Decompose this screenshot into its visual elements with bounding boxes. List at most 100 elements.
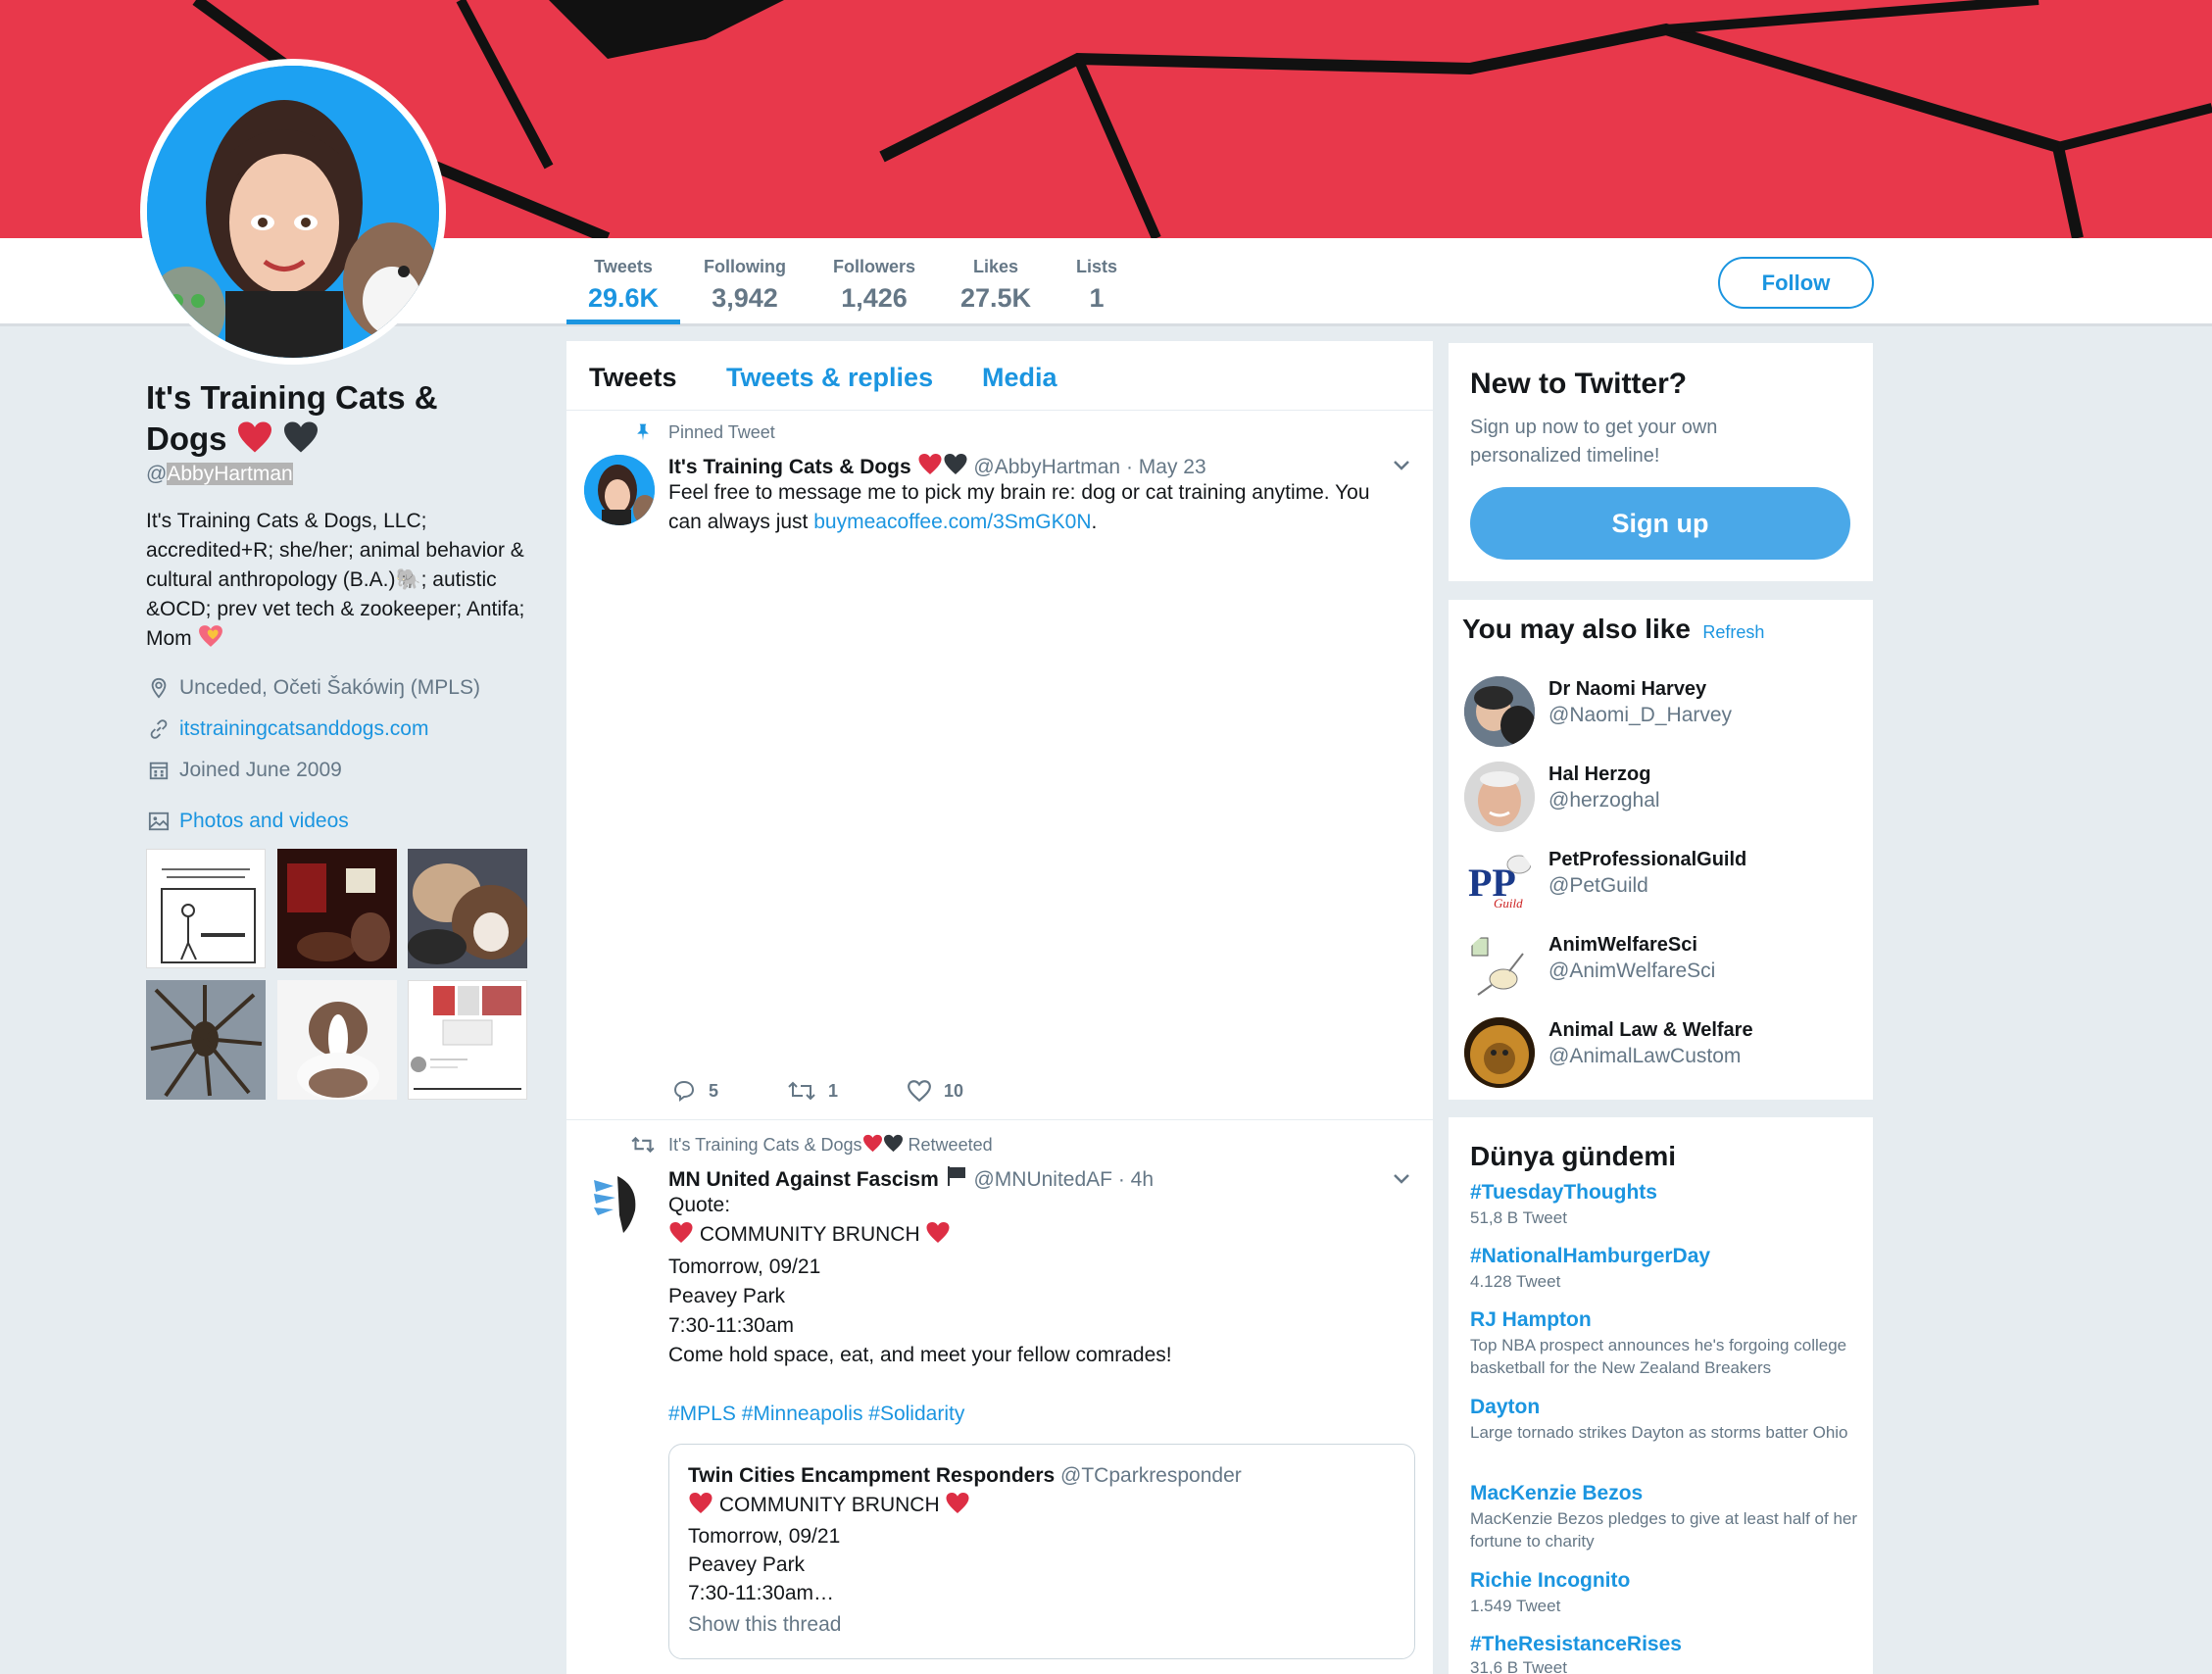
photo-thumb[interactable] [408,849,527,968]
photo-thumb[interactable] [277,849,397,968]
wtf-user-handle[interactable]: @herzoghal [1548,789,1660,812]
tweet-time[interactable]: · May 23 [1126,456,1206,478]
wtf-user-name[interactable]: PetProfessionalGuild [1548,849,1746,871]
quoted-tweet-text: COMMUNITY BRUNCH Tomorrow, 09/21 Peavey … [688,1491,1374,1639]
quoted-tweet-header: Twin Cities Encampment Responders @TCpar… [688,1464,1242,1488]
trend-item[interactable]: MacKenzie Bezos [1470,1482,1643,1505]
photo-thumb[interactable] [146,980,266,1100]
trend-item[interactable]: RJ Hampton [1470,1308,1592,1332]
stat-lists[interactable]: Lists 1 [1072,257,1121,314]
like-count: 10 [944,1080,964,1101]
heart-outline-icon [908,1080,931,1103]
pin-icon [633,422,653,447]
chevron-down-icon[interactable] [1390,1166,1413,1195]
wtf-user-handle[interactable]: @AnimWelfareSci [1548,960,1715,983]
wtf-avatar[interactable] [1464,762,1535,832]
tweet-line: 7:30-11:30am [668,1314,795,1337]
tweet-author-name[interactable]: MN United Against Fascism [668,1168,939,1191]
trend-meta: Large tornado strikes Dayton as storms b… [1470,1423,1848,1442]
new-to-twitter-text: Sign up now to get your own personalized… [1470,417,1718,467]
refresh-link[interactable]: Refresh [1702,622,1764,642]
stat-label: Likes [972,257,1019,276]
pinned-tweet-text: Feel free to message me to pick my brain… [668,478,1384,537]
stat-label: Lists [1075,257,1117,276]
photo-thumb[interactable] [277,980,397,1100]
trend-item[interactable]: Richie Incognito [1470,1569,1630,1593]
tab-tweets-replies[interactable]: Tweets & replies [726,363,933,393]
stat-value: 1,426 [841,283,908,313]
photos-title-text: Photos and videos [179,810,349,832]
tweet-line: Tomorrow, 09/21 [688,1525,841,1548]
trend-meta: MacKenzie Bezos pledges to give at least… [1470,1509,1858,1551]
reply-button[interactable]: 5 [671,1079,718,1103]
tweet-avatar[interactable] [584,455,655,525]
stat-tweets[interactable]: Tweets 29.6K [578,257,668,314]
red-heart-icon [668,1221,694,1253]
calendar-icon [149,762,169,780]
stat-likes[interactable]: Likes 27.5K [957,257,1035,314]
wtf-avatar[interactable] [1464,676,1535,747]
tweet-line: Peavey Park [688,1553,806,1576]
pinned-tweet-header: It's Training Cats & Dogs @AbbyHartman ·… [668,453,1206,481]
tweet-line: Tomorrow, 09/21 [668,1256,821,1278]
wtf-user-name[interactable]: AnimWelfareSci [1548,934,1697,957]
tweet-author-handle[interactable]: @AbbyHartman [973,456,1120,478]
tab-media[interactable]: Media [982,363,1057,393]
tweet-avatar[interactable] [584,1166,655,1237]
wtf-user-handle[interactable]: @PetGuild [1548,874,1648,898]
retweet-count: 1 [828,1080,839,1101]
profile-bio: It's Training Cats & Dogs, LLC; accredit… [146,507,533,657]
tweet-line: Peavey Park [668,1285,786,1307]
signup-button[interactable]: Sign up [1470,487,1850,560]
like-button[interactable]: 10 [907,1079,963,1103]
profile-handle[interactable]: @AbbyHartman [146,463,293,486]
profile-avatar[interactable] [140,59,446,365]
photos-and-videos-link[interactable]: Photos and videos [148,810,349,833]
trend-item[interactable]: #TuesdayThoughts [1470,1181,1657,1205]
stat-followers[interactable]: Followers 1,426 [827,257,921,314]
chevron-down-icon[interactable] [1390,453,1413,481]
show-thread-link[interactable]: Show this thread [688,1610,1374,1639]
wtf-user-name[interactable]: Hal Herzog [1548,763,1650,786]
website-link[interactable]: itstrainingcatsanddogs.com [179,717,428,741]
wtf-avatar[interactable] [1464,932,1535,1003]
tweet-author-name[interactable]: It's Training Cats & Dogs [668,456,911,478]
handle-at: @ [146,463,168,485]
image-icon [148,812,170,831]
tweet-line: Quote: [668,1194,731,1216]
location-text: Unceded, Očeti Šakówiŋ (MPLS) [179,676,480,699]
tweet-line: COMMUNITY BRUNCH [668,1220,1384,1253]
photo-thumb[interactable] [408,980,527,1100]
retweeter-name[interactable]: It's Training Cats & Dogs [668,1135,862,1155]
retweeted-label: Retweeted [908,1135,993,1155]
trend-item[interactable]: Dayton [1470,1396,1540,1419]
tweet-hashtags[interactable]: #MPLS #Minneapolis #Solidarity [668,1400,1384,1429]
wtf-user-name[interactable]: Dr Naomi Harvey [1548,678,1706,701]
quoted-author-handle: @TCparkresponder [1060,1464,1242,1487]
follow-button[interactable]: Follow [1718,257,1874,309]
wtf-avatar[interactable] [1464,1017,1535,1088]
wtf-header: You may also like Refresh [1462,614,1764,645]
active-stat-underline [566,320,680,324]
wtf-avatar[interactable]: PP Guild [1464,847,1535,917]
tweet-author-handle[interactable]: @MNUnitedAF [973,1168,1112,1191]
growing-heart-icon [198,624,223,657]
tweet-line: Come hold space, eat, and meet your fell… [668,1344,1172,1366]
wtf-user-name[interactable]: Animal Law & Welfare [1548,1019,1753,1042]
wtf-user-handle[interactable]: @Naomi_D_Harvey [1548,704,1732,727]
joined-text: Joined June 2009 [179,759,342,781]
tab-tweets[interactable]: Tweets [589,363,677,393]
retweet-button[interactable]: 1 [787,1079,838,1103]
trend-item[interactable]: #TheResistanceRises [1470,1633,1682,1656]
wtf-user-handle[interactable]: @AnimalLawCustom [1548,1045,1741,1068]
stat-following[interactable]: Following 3,942 [698,257,792,314]
black-flag-icon [945,1164,968,1194]
tweet-link[interactable]: buymeacoffee.com/3SmGK0N [813,511,1091,533]
stat-label: Following [704,257,786,276]
photo-thumb[interactable] [146,849,266,968]
trend-item[interactable]: #NationalHamburgerDay [1470,1245,1710,1268]
profile-website[interactable]: itstrainingcatsanddogs.com [148,717,428,741]
tweet-time[interactable]: · 4h [1118,1168,1154,1191]
trends-title: Dünya gündemi [1470,1141,1677,1171]
profile-location: Unceded, Očeti Šakówiŋ (MPLS) [148,676,480,700]
